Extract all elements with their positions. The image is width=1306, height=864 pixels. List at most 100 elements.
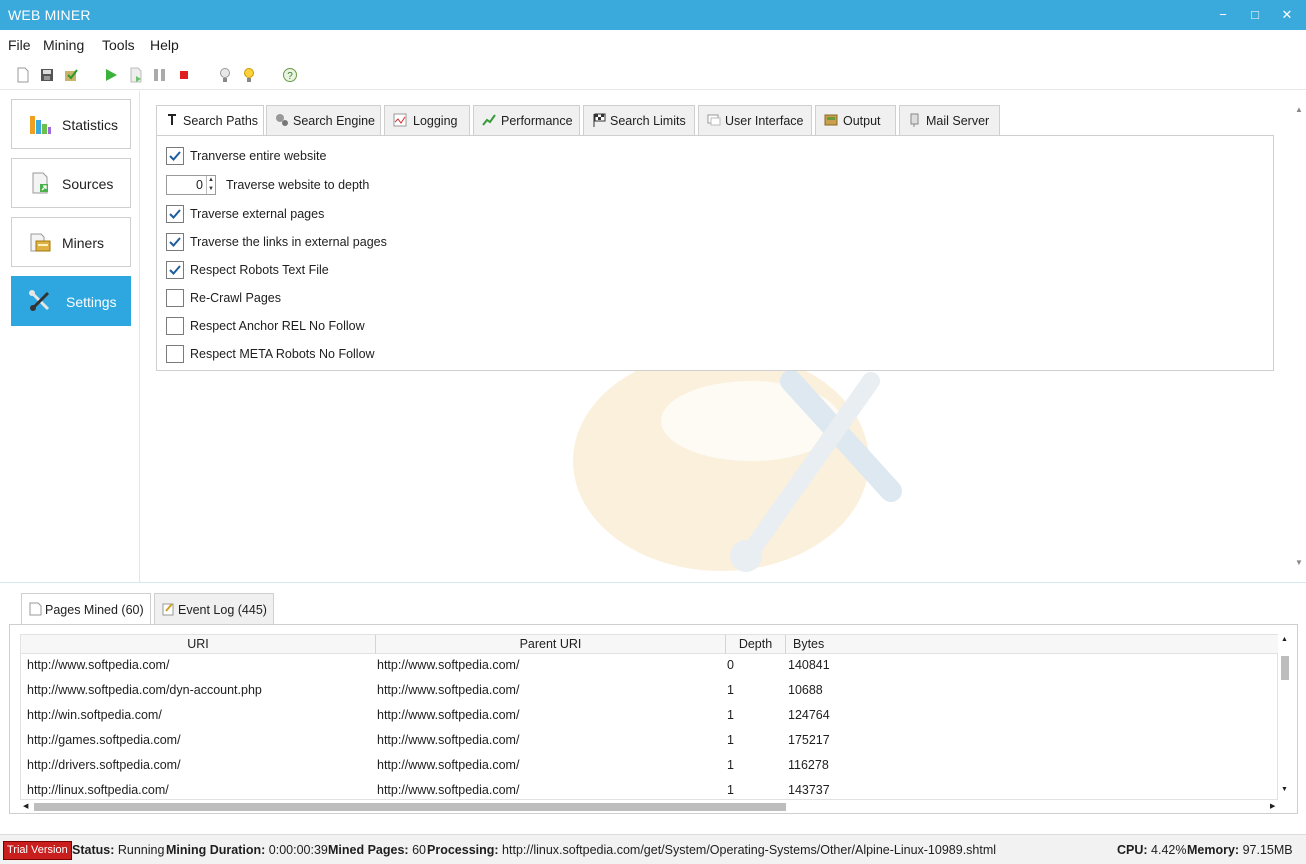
stop-icon[interactable] bbox=[176, 67, 192, 83]
help-icon[interactable]: ? bbox=[282, 67, 298, 83]
table-row[interactable]: http://games.softpedia.com/ http://www.s… bbox=[21, 729, 1279, 754]
start-icon[interactable] bbox=[103, 67, 119, 83]
close-button[interactable]: ✕ bbox=[1269, 0, 1305, 30]
tab-search-limits[interactable]: Search Limits bbox=[583, 105, 695, 135]
notepad-icon bbox=[162, 603, 174, 616]
menu-tools[interactable]: Tools bbox=[102, 37, 135, 53]
save-as-icon[interactable] bbox=[63, 67, 79, 83]
miners-icon bbox=[30, 233, 51, 252]
checkbox-checked[interactable] bbox=[166, 147, 184, 165]
tab-pages-mined[interactable]: Pages Mined (60) bbox=[21, 593, 151, 625]
panel-scroll-down-icon[interactable]: ▼ bbox=[1292, 558, 1306, 570]
toolbar: ? bbox=[0, 60, 1306, 90]
save-icon[interactable] bbox=[39, 67, 55, 83]
nav-sources-button[interactable]: Sources bbox=[11, 158, 131, 208]
column-header-uri[interactable]: URI bbox=[21, 635, 376, 654]
nav-statistics-label: Statistics bbox=[62, 117, 119, 133]
mail-server-icon bbox=[910, 113, 919, 127]
column-header-depth[interactable]: Depth bbox=[726, 635, 786, 654]
statistics-icon bbox=[30, 116, 51, 134]
status-bar: Trial Version Status: Running Mining Dur… bbox=[0, 834, 1306, 864]
scroll-right-icon[interactable]: ▶ bbox=[1270, 802, 1275, 810]
results-panel: Pages Mined (60) Event Log (445) URI Par… bbox=[0, 582, 1306, 834]
performance-icon bbox=[482, 114, 496, 126]
nav-miners-label: Miners bbox=[62, 235, 105, 251]
nav-settings-label: Settings bbox=[66, 294, 117, 310]
tab-search-paths[interactable]: Search Paths bbox=[156, 105, 264, 136]
tab-search-engine[interactable]: Search Engine bbox=[266, 105, 381, 135]
menu-bar: File Mining Tools Help bbox=[0, 30, 1306, 60]
trial-badge: Trial Version bbox=[3, 841, 72, 860]
mining-duration: Mining Duration: 0:00:00:39 bbox=[166, 843, 328, 857]
menu-file[interactable]: File bbox=[8, 37, 31, 53]
pages-mined-container: URI Parent URI Depth Bytes http://www.so… bbox=[9, 624, 1298, 814]
page-icon bbox=[29, 602, 42, 616]
cpu-usage: CPU: 4.42% bbox=[1117, 843, 1187, 857]
table-row[interactable]: http://www.softpedia.com/dyn-account.php… bbox=[21, 679, 1279, 704]
tab-mail-server[interactable]: Mail Server bbox=[899, 105, 1000, 135]
tab-logging[interactable]: Logging bbox=[384, 105, 470, 135]
processing-url: Processing: http://linux.softpedia.com/g… bbox=[427, 843, 997, 857]
minimize-button[interactable]: − bbox=[1205, 0, 1241, 30]
svg-text:?: ? bbox=[287, 71, 293, 82]
title-bar: WEB MINER − □ ✕ bbox=[0, 0, 1306, 30]
vertical-scroll-thumb[interactable] bbox=[1281, 656, 1289, 680]
window-icon bbox=[707, 114, 721, 126]
left-navigation: Statistics Sources Miners Settings bbox=[0, 91, 140, 582]
panel-scroll-up-icon[interactable]: ▲ bbox=[1292, 105, 1306, 117]
checkbox-checked[interactable] bbox=[166, 261, 184, 279]
spinner-down-icon[interactable]: ▼ bbox=[206, 185, 215, 194]
menu-mining[interactable]: Mining bbox=[43, 37, 84, 53]
status-text: Status: Running bbox=[72, 843, 165, 857]
table-vertical-scrollbar[interactable]: ▲ ▼ bbox=[1278, 634, 1292, 800]
step-icon[interactable] bbox=[128, 67, 144, 83]
nav-miners-button[interactable]: Miners bbox=[11, 217, 131, 267]
nav-settings-button[interactable]: Settings bbox=[11, 276, 131, 326]
pin-icon bbox=[168, 114, 176, 125]
settings-icon bbox=[29, 290, 50, 311]
bulb-on-icon[interactable] bbox=[241, 67, 257, 83]
table-header: URI Parent URI Depth Bytes bbox=[21, 635, 1279, 654]
settings-watermark-icon bbox=[573, 361, 902, 572]
table-row[interactable]: http://win.softpedia.com/ http://www.sof… bbox=[21, 704, 1279, 729]
nav-statistics-button[interactable]: Statistics bbox=[11, 99, 131, 149]
table-row[interactable]: http://drivers.softpedia.com/ http://www… bbox=[21, 754, 1279, 779]
gears-icon bbox=[276, 114, 288, 126]
bulb-off-icon[interactable] bbox=[217, 67, 233, 83]
scroll-left-icon[interactable]: ◀ bbox=[23, 802, 28, 810]
new-icon[interactable] bbox=[15, 67, 31, 83]
checkbox-checked[interactable] bbox=[166, 233, 184, 251]
pause-icon[interactable] bbox=[152, 67, 168, 83]
checkered-flag-icon bbox=[593, 113, 606, 127]
tab-user-interface[interactable]: User Interface bbox=[698, 105, 812, 135]
scroll-up-icon[interactable]: ▲ bbox=[1281, 636, 1288, 643]
tab-event-log[interactable]: Event Log (445) bbox=[154, 593, 274, 624]
scroll-down-icon[interactable]: ▼ bbox=[1281, 786, 1288, 793]
maximize-button[interactable]: □ bbox=[1237, 0, 1273, 30]
horizontal-scroll-thumb[interactable] bbox=[34, 803, 786, 811]
spinner-up-icon[interactable]: ▲ bbox=[206, 176, 215, 185]
tab-output[interactable]: Output bbox=[815, 105, 896, 135]
tab-performance[interactable]: Performance bbox=[473, 105, 580, 135]
settings-panel: Search Paths Search Engine Logging Perfo… bbox=[141, 91, 1306, 582]
checkbox-checked[interactable] bbox=[166, 205, 184, 223]
search-paths-content: Tranverse entire website 0 ▲ ▼ Traverse … bbox=[156, 135, 1274, 371]
pages-mined-table: URI Parent URI Depth Bytes http://www.so… bbox=[20, 634, 1279, 800]
depth-value[interactable]: 0 bbox=[196, 178, 203, 192]
table-row[interactable]: http://www.softpedia.com/ http://www.sof… bbox=[21, 654, 1279, 679]
depth-label: Traverse website to depth bbox=[226, 178, 370, 192]
window-title: WEB MINER bbox=[8, 7, 91, 23]
column-header-parent-uri[interactable]: Parent URI bbox=[376, 635, 726, 654]
memory-usage: Memory: 97.15MB bbox=[1187, 843, 1293, 857]
output-icon bbox=[824, 114, 838, 126]
checkbox-unchecked[interactable] bbox=[166, 317, 184, 335]
checkbox-unchecked[interactable] bbox=[166, 345, 184, 363]
column-header-bytes[interactable]: Bytes bbox=[786, 635, 1279, 654]
sources-icon bbox=[32, 172, 48, 194]
log-chart-icon bbox=[393, 113, 407, 127]
depth-spinner[interactable]: 0 ▲ ▼ bbox=[166, 175, 216, 195]
table-horizontal-scrollbar[interactable]: ◀ ▶ bbox=[20, 800, 1278, 812]
nav-sources-label: Sources bbox=[62, 176, 114, 192]
checkbox-unchecked[interactable] bbox=[166, 289, 184, 307]
menu-help[interactable]: Help bbox=[150, 37, 179, 53]
